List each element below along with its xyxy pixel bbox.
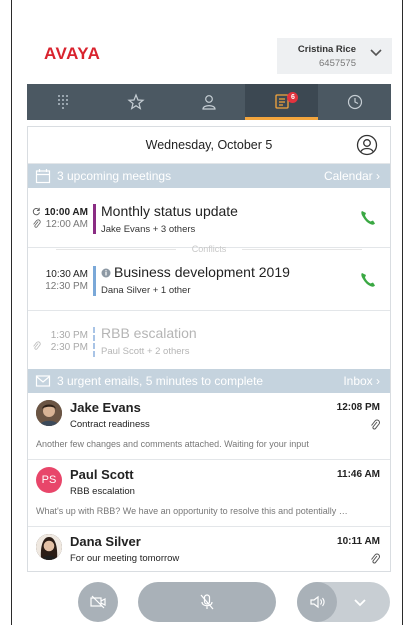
inbox-link[interactable]: Inbox › [343,374,380,388]
email-preview: What's up with RBB? We have an opportuni… [36,506,348,516]
avatar: PS [36,467,62,493]
meeting-title: Monthly status update [101,203,238,219]
chevron-down-icon[interactable] [351,593,369,611]
email-subject: For our meeting tomorrow [70,553,180,564]
profile-icon[interactable] [356,134,378,156]
calendar-link[interactable]: Calendar › [324,169,380,183]
avaya-logo: AVAYA [44,44,101,63]
emails-section-header: 3 urgent emails, 5 minutes to complete I… [28,369,390,393]
sender-name: Dana Silver [70,534,141,549]
tab-calendar[interactable]: 6 [245,84,319,120]
meeting-start: 1:30 PM [50,330,88,341]
clock-icon [347,94,362,110]
email-time: 10:11 AM [337,536,380,547]
agenda-panel: Wednesday, October 5 3 upcoming meetings… [27,126,391,572]
tab-dialpad[interactable] [27,84,100,120]
tab-bar: 6 [27,84,391,120]
call-icon[interactable] [358,270,378,290]
video-toggle-button[interactable] [78,582,118,622]
meeting-color-bar [93,266,96,296]
meeting-end: 12:00 AM [45,219,88,230]
speaker-button[interactable] [297,582,337,622]
meeting-color-bar [93,327,95,357]
meetings-summary: 3 upcoming meetings [57,169,172,183]
meeting-color-bar [93,204,96,234]
email-item[interactable]: Dana Silver For our meeting tomorrow 10:… [28,527,390,571]
tab-history[interactable] [318,84,391,120]
sender-name: Jake Evans [70,400,141,415]
video-off-icon [90,595,106,609]
mail-icon [35,375,51,387]
email-item[interactable]: PS Paul Scott RBB escalation 11:46 AM Wh… [28,460,390,527]
speaker-icon [310,595,325,609]
meeting-end: 2:30 PM [50,342,88,353]
avatar [36,400,62,426]
chevron-down-icon [370,49,382,57]
call-icon[interactable] [358,208,378,228]
mute-button[interactable] [138,582,276,622]
date-header: Wednesday, October 5 [28,127,390,164]
notification-badge: 6 [287,92,299,103]
meeting-end: 12:30 PM [45,281,88,292]
person-photo [36,400,62,426]
person-photo [36,534,62,560]
tab-contacts[interactable] [173,84,246,120]
email-subject: RBB escalation [70,486,135,497]
meeting-attendees: Dana Silver + 1 other [101,285,191,296]
email-subject: Contract readiness [70,419,150,430]
star-icon [127,93,145,110]
meeting-attendees: Jake Evans + 3 others [101,224,196,235]
email-item[interactable]: Jake Evans Contract readiness 12:08 PM A… [28,393,390,460]
conflicts-label: Conflicts [28,244,390,254]
meeting-attendees: Paul Scott + 2 others [101,346,190,357]
meetings-section-header: 3 upcoming meetings Calendar › [28,164,390,188]
meeting-title: RBB escalation [101,325,197,341]
meeting-item[interactable]: 1:30 PM 2:30 PM RBB escalation Paul Scot… [28,311,390,369]
email-time: 11:46 AM [337,469,380,480]
user-name: Cristina Rice [297,44,356,55]
info-icon [101,268,111,278]
meeting-item[interactable]: 10:00 AM 12:00 AM Monthly status update … [28,188,390,248]
email-time: 12:08 PM [336,402,380,413]
emails-summary: 3 urgent emails, 5 minutes to complete [57,374,264,388]
user-extension: 6457575 [319,58,356,69]
current-date: Wednesday, October 5 [145,138,273,152]
meeting-title: Business development 2019 [114,264,290,280]
app-frame: AVAYA Cristina Rice 6457575 6 Wednesday,… [11,0,403,625]
email-preview: Another few changes and comments attache… [36,439,309,449]
user-account-selector[interactable]: Cristina Rice 6457575 [277,38,392,74]
meeting-item[interactable]: Conflicts 10:30 AM 12:30 PM Business dev… [28,244,390,311]
contact-icon [202,95,216,110]
tab-favorites[interactable] [100,84,173,120]
dialpad-icon [58,95,69,109]
meeting-start: 10:00 AM [44,207,88,218]
sender-name: Paul Scott [70,467,134,482]
mute-microphone-icon [200,594,214,610]
attachment-icon [371,553,380,564]
calendar-icon [35,169,51,184]
meeting-start: 10:30 AM [45,269,88,280]
avatar [36,534,62,560]
attachment-icon [371,419,380,430]
audio-output-control[interactable] [297,582,390,622]
